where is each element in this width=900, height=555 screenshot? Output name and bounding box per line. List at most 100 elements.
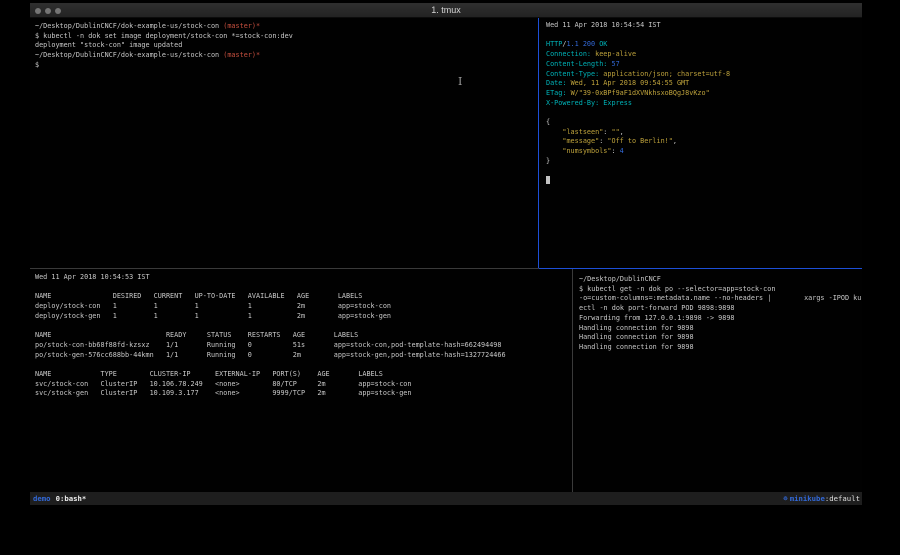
terminal-line: [35, 322, 572, 332]
terminal-window: 1. tmux ~/Desktop/DublinCNCF/dok-example…: [30, 3, 862, 505]
window-tab-bash[interactable]: 0:bash*: [56, 492, 87, 505]
terminal-text: svc/stock-con ClusterIP 10.106.78.249 <n…: [35, 380, 411, 388]
terminal-text: NAME READY STATUS RESTARTS AGE LABELS: [35, 331, 358, 339]
terminal-line: Date: Wed, 11 Apr 2018 09:54:55 GMT: [546, 79, 862, 89]
pane-port-forward[interactable]: ~/Desktop/DublinCNCF $ kubectl get -n dok…: [573, 269, 862, 492]
terminal-text: NAME TYPE CLUSTER-IP EXTERNAL-IP PORT(S)…: [35, 370, 383, 378]
terminal-text: Connection:: [546, 50, 591, 58]
kube-namespace-label: :default: [825, 492, 860, 505]
window-title: 1. tmux: [30, 3, 862, 18]
window-titlebar[interactable]: 1. tmux: [30, 3, 862, 18]
terminal-cursor: [546, 176, 550, 184]
terminal-text: deployment "stock-con" image updated: [35, 41, 182, 49]
terminal-line: ectl -n dok port-forward POD 9898:9898: [579, 304, 862, 314]
terminal-text: Handling connection for 9898: [579, 333, 694, 341]
terminal-text: deploy/stock-gen 1 1 1 1 2m app=stock-ge…: [35, 312, 391, 320]
pane-kubectl-get-watch[interactable]: Wed 11 Apr 2018 10:54:53 IST NAME DESIRE…: [30, 269, 572, 492]
terminal-text: "": [611, 128, 619, 136]
terminal-line: HTTP/1.1 200 OK: [546, 40, 862, 50]
terminal-text: -o=custom-columns=:metadata.name --no-he…: [579, 294, 862, 302]
terminal-text: {: [546, 118, 550, 126]
terminal-text: :: [611, 147, 619, 155]
terminal-line: Content-Length: 57: [546, 60, 862, 70]
terminal-text: "lastseen": [546, 128, 603, 136]
terminal-line: "lastseen": "",: [546, 128, 862, 138]
terminal-line: -o=custom-columns=:metadata.name --no-he…: [579, 294, 862, 304]
terminal-text: ~/Desktop/DublinCNCF: [579, 275, 661, 283]
terminal-line: deployment "stock-con" image updated: [35, 41, 538, 51]
terminal-line: deploy/stock-con 1 1 1 1 2m app=stock-co…: [35, 302, 572, 312]
kubernetes-helm-icon: ☸: [783, 492, 787, 505]
tmux-status-bar: demo 0:bash* ☸ minikube :default: [30, 492, 862, 505]
terminal-text: Content-Type:: [546, 70, 599, 78]
terminal-text: W/"39-0xBPf9aF1dXVNkhsxoBQgJ8vKzo": [571, 89, 710, 97]
terminal-line: [546, 167, 862, 177]
terminal-line: Handling connection for 9898: [579, 343, 862, 353]
terminal-text: 1.1 200: [566, 40, 595, 48]
terminal-line: po/stock-gen-576cc688bb-44kmn 1/1 Runnin…: [35, 351, 572, 361]
terminal-text: "numsymbols": [546, 147, 611, 155]
terminal-line: $ kubectl -n dok set image deployment/st…: [35, 32, 538, 42]
terminal-text: }: [546, 157, 550, 165]
terminal-line: "message": "Off to Berlin!",: [546, 137, 862, 147]
terminal-line: {: [546, 118, 862, 128]
terminal-text: ~/Desktop/DublinCNCF/dok-example-us/stoc…: [35, 22, 223, 30]
terminal-line: NAME READY STATUS RESTARTS AGE LABELS: [35, 331, 572, 341]
terminal-line: }: [546, 157, 862, 167]
terminal-line: $: [35, 61, 538, 71]
pane-border-vertical-top[interactable]: [538, 18, 539, 269]
terminal-text: Handling connection for 9898: [579, 324, 694, 332]
terminal-text: po/stock-gen-576cc688bb-44kmn 1/1 Runnin…: [35, 351, 506, 359]
pane-border-vertical-bottom[interactable]: [572, 269, 573, 492]
terminal-text: X-Powered-By:: [546, 99, 599, 107]
terminal-line: Handling connection for 9898: [579, 324, 862, 334]
terminal-text: Wed 11 Apr 2018 10:54:54 IST: [546, 21, 661, 29]
terminal-text: Forwarding from 127.0.0.1:9898 -> 9898: [579, 314, 735, 322]
terminal-text: OK: [599, 40, 607, 48]
terminal-line: "numsymbols": 4: [546, 147, 862, 157]
terminal-text: po/stock-con-bb68f88fd-kzsxz 1/1 Running…: [35, 341, 502, 349]
terminal-text: $ kubectl -n dok set image deployment/st…: [35, 32, 293, 40]
terminal-line: Connection: keep-alive: [546, 50, 862, 60]
terminal-line: [35, 360, 572, 370]
terminal-line: svc/stock-gen ClusterIP 10.109.3.177 <no…: [35, 389, 572, 399]
terminal-line: [546, 176, 862, 186]
terminal-line: X-Powered-By: Express: [546, 99, 862, 109]
terminal-text: $ kubectl get -n dok po --selector=app=s…: [579, 285, 775, 293]
terminal-text: ,: [673, 137, 677, 145]
terminal-text: (master)*: [223, 51, 260, 59]
pane-http-response[interactable]: Wed 11 Apr 2018 10:54:54 IST HTTP/1.1 20…: [539, 18, 862, 268]
terminal-text: ETag:: [546, 89, 566, 97]
terminal-text: 4: [620, 147, 624, 155]
terminal-text: NAME DESIRED CURRENT UP-TO-DATE AVAILABL…: [35, 292, 362, 300]
terminal-line: ~/Desktop/DublinCNCF/dok-example-us/stoc…: [35, 51, 538, 61]
terminal-text: HTTP: [546, 40, 562, 48]
terminal-text: deploy/stock-con 1 1 1 1 2m app=stock-co…: [35, 302, 391, 310]
terminal-line: [546, 31, 862, 41]
terminal-line: [35, 283, 572, 293]
pane-border-horizontal-right-active[interactable]: [539, 268, 862, 269]
terminal-text: ~/Desktop/DublinCNCF/dok-example-us/stoc…: [35, 51, 223, 59]
terminal-line: Content-Type: application/json; charset=…: [546, 70, 862, 80]
mouse-text-cursor-icon: I: [458, 75, 462, 88]
terminal-text: Handling connection for 9898: [579, 343, 694, 351]
pane-border-horizontal-left[interactable]: [30, 268, 539, 269]
terminal-text: ,: [620, 128, 624, 136]
terminal-text: keep-alive: [595, 50, 636, 58]
terminal-line: NAME DESIRED CURRENT UP-TO-DATE AVAILABL…: [35, 292, 572, 302]
terminal-line: [546, 108, 862, 118]
terminal-line: Handling connection for 9898: [579, 333, 862, 343]
terminal-line: svc/stock-con ClusterIP 10.106.78.249 <n…: [35, 380, 572, 390]
terminal-line: $ kubectl get -n dok po --selector=app=s…: [579, 285, 862, 295]
terminal-text: svc/stock-gen ClusterIP 10.109.3.177 <no…: [35, 389, 411, 397]
terminal-text: 57: [611, 60, 619, 68]
terminal-line: ETag: W/"39-0xBPf9aF1dXVNkhsxoBQgJ8vKzo": [546, 89, 862, 99]
terminal-line: ~/Desktop/DublinCNCF: [579, 275, 862, 285]
terminal-text: (master)*: [223, 22, 260, 30]
pane-shell-kubectl-set-image[interactable]: ~/Desktop/DublinCNCF/dok-example-us/stoc…: [30, 18, 538, 268]
terminal-line: Forwarding from 127.0.0.1:9898 -> 9898: [579, 314, 862, 324]
terminal-line: deploy/stock-gen 1 1 1 1 2m app=stock-ge…: [35, 312, 572, 322]
terminal-text: application/json; charset=utf-8: [603, 70, 730, 78]
session-name: demo: [33, 492, 51, 505]
kube-context-label: minikube: [790, 492, 825, 505]
